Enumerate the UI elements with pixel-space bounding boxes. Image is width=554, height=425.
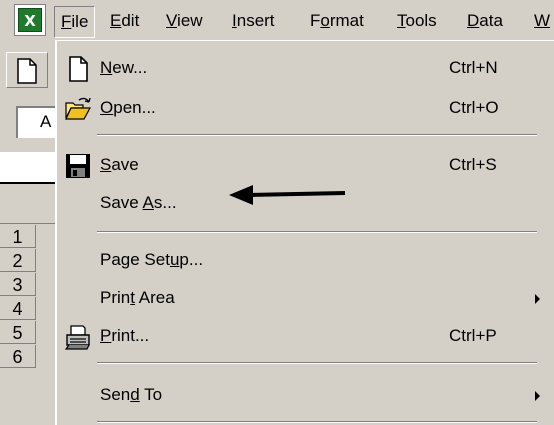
row-header[interactable]: 2 [0,249,36,272]
floppy-disk-icon [66,154,90,178]
menu-edit[interactable]: Edit [104,6,145,38]
menu-item-print-label: Print... [100,326,150,345]
menu-bar: X File Edit View Insert Format Tools Dat… [0,0,554,44]
menu-format-pre: F [310,11,321,30]
menu-data-key: D [467,11,480,30]
submenu-arrow-icon [535,294,540,304]
menu-format[interactable]: Format [304,6,370,38]
row-header[interactable]: 3 [0,273,36,296]
menu-item-new-shortcut: Ctrl+N [449,58,498,77]
menu-item-print[interactable]: Print... Ctrl+P [57,318,554,354]
menu-separator [97,421,537,423]
menu-item-print-shortcut: Ctrl+P [449,326,497,345]
menu-item-save-shortcut: Ctrl+S [449,155,497,174]
menu-window[interactable]: W [528,6,554,38]
menu-item-open-label: Open... [100,98,156,117]
menu-item-open[interactable]: Open... Ctrl+O [57,90,554,126]
menu-file-key: F [61,12,72,31]
row-header[interactable]: 5 [0,321,36,344]
menu-format-rest: rmat [329,11,364,30]
menu-edit-key: E [110,11,122,30]
file-dropdown-menu: New... Ctrl+N Open... Ctrl+O Save Ctrl+S… [55,40,554,425]
annotation-arrow-icon [229,185,346,205]
menu-item-new[interactable]: New... Ctrl+N [57,50,554,86]
menu-item-open-shortcut: Ctrl+O [449,98,499,117]
name-box[interactable]: A [16,106,56,138]
menu-insert[interactable]: Insert [226,6,281,38]
printer-icon [65,325,90,350]
formula-area [0,152,56,184]
new-toolbar-button[interactable] [6,52,48,88]
menu-view[interactable]: View [160,6,209,38]
menu-window-key: W [534,11,551,30]
column-header-area [0,186,56,224]
menu-format-key: o [320,11,330,30]
new-document-icon [17,58,37,84]
menu-tools-rest: ools [405,11,437,30]
menu-item-print-area[interactable]: Print Area [57,280,554,316]
submenu-arrow-icon [535,391,540,401]
menu-separator [97,362,537,364]
excel-x-glyph: X [24,12,36,30]
menu-insert-rest: nsert [236,11,275,30]
spreadsheet-left-strip: A 1 2 3 4 5 6 [0,44,56,425]
excel-sheet-icon: X [18,8,42,32]
menu-edit-rest: dit [121,11,140,30]
menu-item-page-setup-label: Page Setup... [100,250,204,269]
menu-tools-key: T [397,11,406,30]
menu-view-rest: iew [177,11,203,30]
open-folder-icon [65,97,91,120]
row-header[interactable]: 6 [0,345,36,368]
new-document-icon [69,56,88,82]
menu-file[interactable]: File [54,6,96,38]
row-header[interactable]: 1 [0,225,36,248]
excel-app-icon[interactable]: X [14,4,46,36]
menu-data-rest: ata [479,11,503,30]
menu-item-new-label: New... [100,58,148,77]
menu-item-page-setup[interactable]: Page Setup... [57,242,554,278]
menu-separator [97,134,537,136]
menu-item-save[interactable]: Save Ctrl+S [57,147,554,183]
menu-view-key: V [166,11,178,30]
menu-item-print-area-label: Print Area [100,288,175,307]
row-header[interactable]: 4 [0,297,36,320]
menu-item-save-label: Save [100,155,139,174]
menu-item-send-to-label: Send To [100,385,163,404]
menu-item-send-to[interactable]: Send To [57,377,554,413]
menu-file-rest: ile [71,12,89,31]
menu-tools[interactable]: Tools [391,6,443,38]
menu-data[interactable]: Data [461,6,509,38]
menu-separator [97,231,537,233]
menu-item-save-as-label: Save As... [100,193,177,212]
name-box-text: A [40,112,52,131]
